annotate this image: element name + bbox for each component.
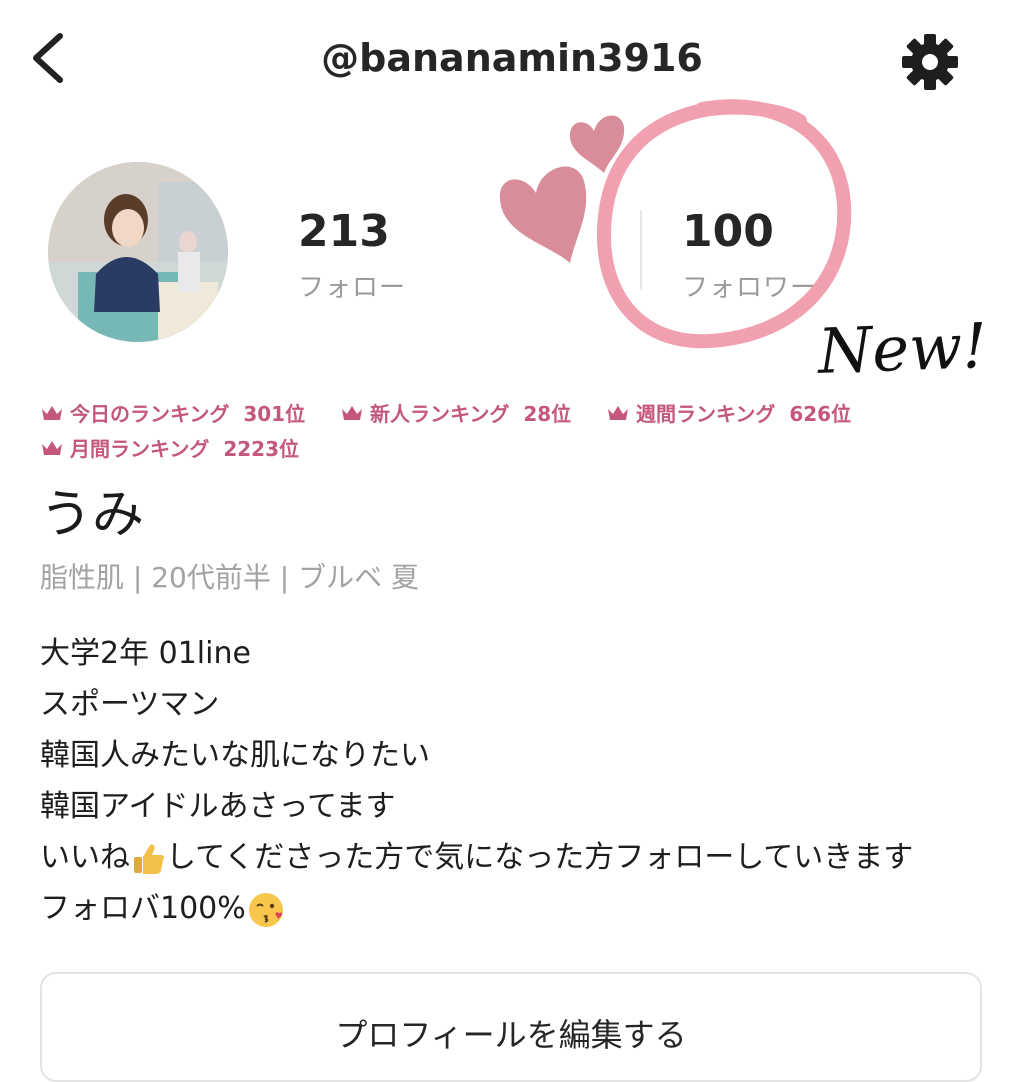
avatar[interactable]: [48, 162, 228, 342]
profile-attributes: 脂性肌 | 20代前半 | ブルベ 夏: [40, 561, 419, 594]
profile-name: うみ: [40, 485, 145, 545]
bio-line: スポーツマン: [40, 687, 220, 722]
ranking-value: 2223位: [223, 437, 300, 461]
ranking-value: 626位: [789, 402, 852, 426]
kissing-face-icon: [248, 892, 283, 927]
bio-line: 韓国人みたいな肌になりたい: [40, 738, 430, 773]
bio-line: 大学2年 01line: [40, 636, 251, 671]
bio-line: フォロバ100%: [40, 887, 1000, 938]
ranking-label: 新人ランキング: [370, 402, 510, 426]
profile-username: @bananamin3916: [321, 36, 703, 80]
ranking-value: 301位: [243, 402, 306, 426]
ranking-label: 週間ランキング: [636, 402, 776, 426]
profile-bio: 大学2年 01line スポーツマン 韓国人みたいな肌になりたい 韓国アイドルあ…: [40, 632, 1000, 938]
following-stat[interactable]: 213 フォロー: [298, 206, 406, 304]
thumbs-up-icon: [134, 843, 165, 874]
bio-text: フォロバ100%: [40, 891, 246, 926]
small-heart-icon: [569, 115, 625, 173]
stats-divider: [640, 210, 642, 290]
edit-profile-button[interactable]: プロフィールを編集する: [40, 972, 982, 1082]
ranking-label: 今日のランキング: [70, 402, 230, 426]
large-heart-icon: [499, 166, 587, 263]
ranking-today[interactable]: 今日のランキング 301位: [40, 398, 305, 427]
bio-line: 韓国アイドルあさってます: [40, 789, 396, 824]
crown-icon: [342, 406, 362, 420]
bio-line: いいね してくださった方で気になった方フォローしていきます: [40, 836, 1000, 887]
settings-button[interactable]: [898, 30, 962, 94]
crown-icon: [42, 441, 62, 455]
crown-icon: [42, 406, 62, 420]
following-label: フォロー: [298, 273, 407, 303]
ranking-weekly[interactable]: 週間ランキング 626位: [606, 398, 851, 427]
crown-icon: [608, 406, 628, 420]
following-count: 213: [298, 206, 390, 257]
followers-stat[interactable]: 100 フォロワー: [682, 206, 817, 304]
ranking-monthly[interactable]: 月間ランキング 2223位: [40, 433, 299, 462]
ranking-label: 月間ランキング: [70, 437, 210, 461]
followers-count: 100: [682, 206, 774, 257]
bio-text: してくださった方で気になった方フォローしていきます: [166, 840, 914, 875]
bio-text: いいね: [40, 840, 130, 875]
ranking-value: 28位: [523, 402, 572, 426]
ranking-newcomer[interactable]: 新人ランキング 28位: [340, 398, 571, 427]
avatar-photo: [48, 162, 228, 342]
new-annotation: New!: [816, 309, 989, 388]
gear-icon: [902, 34, 958, 90]
followers-label: フォロワー: [682, 273, 818, 303]
